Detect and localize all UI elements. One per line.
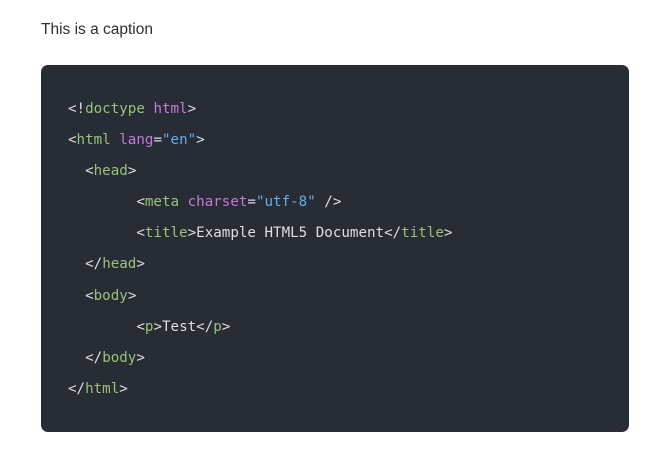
code-string: "utf-8" [255, 194, 316, 211]
code-tag-name: title [144, 225, 188, 242]
code-line: <!doctype html> [68, 94, 452, 125]
code-tag-name: html [76, 132, 111, 149]
code-punctuation: /> [324, 194, 342, 211]
code-line: <body> [68, 281, 452, 312]
code-punctuation: > [196, 132, 205, 149]
code-punctuation: = [247, 194, 256, 211]
code-tag-name: title [401, 225, 444, 242]
code-tag-name: head [93, 163, 128, 180]
code-attribute: html [153, 101, 188, 117]
code-punctuation: > [187, 225, 197, 242]
code-punctuation: </ [68, 380, 86, 397]
code-punctuation: > [153, 318, 162, 335]
code-punctuation: > [187, 101, 197, 117]
code-line: </html> [68, 374, 452, 405]
code-punctuation: </ [85, 349, 103, 366]
code-tag-name: html [85, 380, 120, 397]
code-line: </body> [68, 343, 452, 374]
code-attribute: lang [119, 132, 154, 149]
code-line: <p>Test</p> [68, 312, 452, 343]
code-punctuation: > [221, 318, 231, 335]
code-punctuation: </ [384, 225, 402, 242]
code-tag-name: body [93, 287, 128, 304]
code-line: <title>Example HTML5 Document</title> [68, 218, 452, 249]
code-punctuation: > [127, 163, 137, 180]
code-line: <html lang="en"> [68, 125, 452, 156]
caption: This is a caption [41, 21, 153, 38]
code-punctuation: > [136, 349, 145, 366]
code-punctuation: > [136, 256, 145, 273]
code-punctuation: </ [196, 318, 214, 335]
code-tag-name: head [102, 256, 137, 273]
code-punctuation: </ [85, 256, 103, 273]
code-punctuation: = [153, 132, 162, 149]
code-punctuation: < [136, 225, 145, 242]
code-line: <head> [68, 156, 452, 187]
code-line: <meta charset="utf-8" /> [68, 187, 452, 218]
code-punctuation: < [136, 194, 145, 211]
code-punctuation: <! [68, 101, 86, 117]
code-punctuation: > [443, 225, 453, 242]
code-punctuation: < [136, 318, 145, 335]
code-line: </head> [68, 249, 452, 280]
code-punctuation: > [127, 287, 137, 304]
page: This is a caption <!doctype html> <html l… [0, 0, 670, 474]
code-attribute: charset [187, 194, 248, 211]
code-punctuation: < [85, 163, 94, 180]
code-lines[interactable]: <!doctype html> <html lang="en"> <head> <… [68, 94, 452, 405]
code-tag-name: meta [144, 194, 180, 211]
code-punctuation: > [119, 380, 128, 397]
code-tag-name: body [102, 349, 137, 366]
code-tag-name: doctype [85, 101, 145, 117]
code-text: Test [161, 318, 197, 335]
code-punctuation: < [68, 132, 77, 149]
code-string: "en" [161, 132, 197, 149]
code-text: Example HTML5 Document [196, 225, 385, 242]
code-tag-name: p [213, 318, 222, 335]
code-block[interactable]: <!doctype html> <html lang="en"> <head> <… [41, 65, 629, 432]
code-punctuation: < [85, 287, 94, 304]
